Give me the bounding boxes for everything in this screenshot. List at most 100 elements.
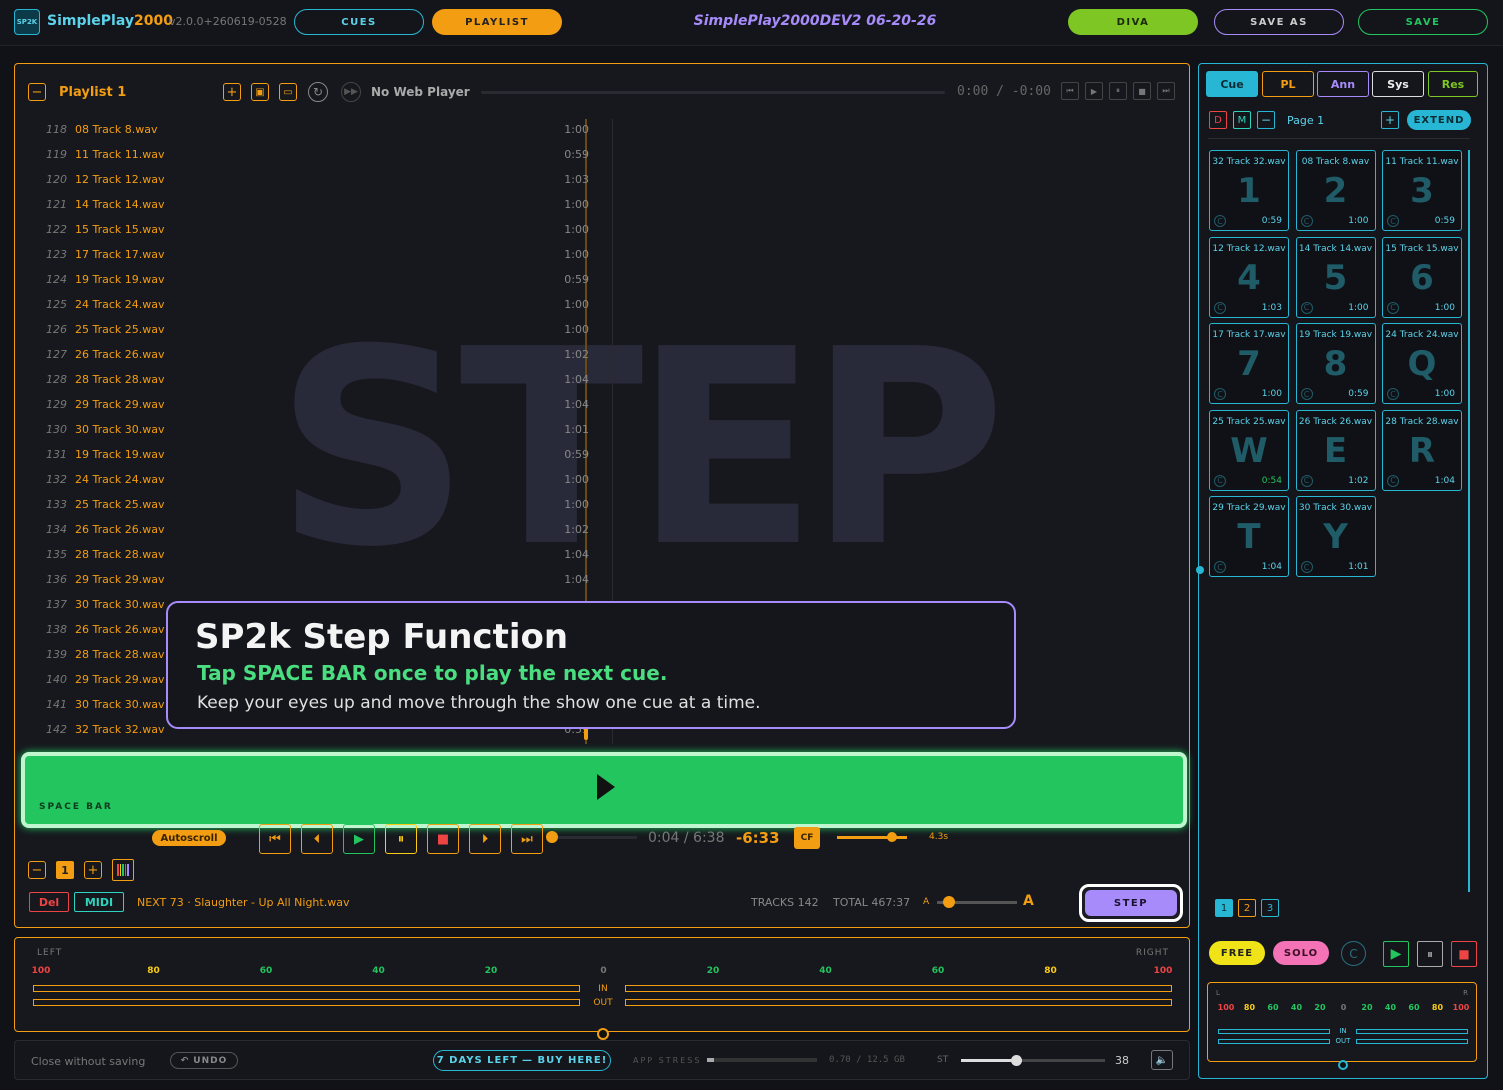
cue-clear-icon[interactable]: C bbox=[1214, 388, 1226, 400]
extend-button[interactable]: EXTEND bbox=[1407, 110, 1471, 130]
tab-ann[interactable]: Ann bbox=[1317, 71, 1369, 97]
space-bar-button[interactable]: SPACE BAR bbox=[21, 752, 1187, 828]
cue-clear-icon[interactable]: C bbox=[1300, 388, 1313, 400]
cue-clear-icon[interactable]: C bbox=[1214, 301, 1226, 314]
meter-resize-handle[interactable] bbox=[597, 1028, 609, 1040]
web-prev-icon[interactable]: ⏮ bbox=[1061, 82, 1079, 100]
tab-res[interactable]: Res bbox=[1428, 71, 1478, 97]
buy-license-button[interactable]: 7 DAYS LEFT — BUY HERE! bbox=[433, 1050, 611, 1071]
cue-button[interactable]: 19 Track 19.wav 8 C 0:59 bbox=[1295, 323, 1376, 404]
page-prev-button[interactable]: − bbox=[28, 861, 46, 879]
next-button[interactable]: ⏵ bbox=[469, 824, 501, 854]
add-cue-button[interactable]: + bbox=[1381, 111, 1399, 129]
cue-clear-icon[interactable]: C bbox=[1300, 561, 1313, 573]
cue-button[interactable]: 30 Track 30.wav Y C 1:01 bbox=[1295, 496, 1376, 577]
crossfade-knob[interactable] bbox=[887, 832, 898, 842]
page-minus-button[interactable]: − bbox=[1257, 111, 1275, 129]
mini-meter-resize-handle[interactable] bbox=[1338, 1060, 1348, 1070]
skip-last-button[interactable]: ⏭ bbox=[511, 824, 543, 854]
cue-clear-icon[interactable]: C bbox=[1387, 215, 1399, 227]
autoscroll-toggle[interactable]: Autoscroll bbox=[152, 830, 226, 846]
cue-button[interactable]: 14 Track 14.wav 5 C 1:00 bbox=[1295, 236, 1376, 318]
folder-icon[interactable]: ▭ bbox=[279, 83, 297, 101]
cue-button[interactable]: 17 Track 17.wav 7 C 1:00 bbox=[1209, 323, 1289, 404]
cue-clear-icon[interactable]: C bbox=[1214, 474, 1226, 487]
cue-clear-icon[interactable]: C bbox=[1300, 301, 1313, 314]
cue-clear-icon[interactable]: C bbox=[1300, 215, 1313, 227]
collapse-button[interactable]: − bbox=[28, 83, 46, 101]
midi-button[interactable]: MIDI bbox=[74, 892, 124, 912]
add-track-button[interactable]: + bbox=[223, 83, 241, 101]
st-slider[interactable] bbox=[961, 1055, 1105, 1066]
cue-button[interactable]: 28 Track 28.wav R C 1:04 bbox=[1382, 409, 1462, 491]
cue-button[interactable]: 25 Track 25.wav W C 0:54 bbox=[1209, 409, 1289, 491]
cue-page-2[interactable]: 2 bbox=[1238, 899, 1256, 917]
cue-button[interactable]: 26 Track 26.wav E C 1:02 bbox=[1295, 409, 1376, 491]
list-item[interactable]: 134 26 Track 26.wav 1:02 bbox=[39, 517, 589, 542]
previous-button[interactable]: ⏴ bbox=[301, 824, 333, 854]
tab-sys[interactable]: Sys bbox=[1372, 71, 1424, 97]
list-item[interactable]: 121 14 Track 14.wav 1:00 bbox=[39, 192, 589, 217]
font-size-slider[interactable] bbox=[937, 896, 1017, 908]
free-button[interactable]: FREE bbox=[1209, 941, 1265, 965]
cue-stop-button[interactable]: ■ bbox=[1451, 941, 1477, 967]
list-item[interactable]: 123 17 Track 17.wav 1:00 bbox=[39, 242, 589, 267]
clear-cue-button[interactable]: C bbox=[1341, 941, 1366, 966]
cue-button[interactable]: 29 Track 29.wav T C 1:04 bbox=[1209, 496, 1289, 577]
list-item[interactable]: 120 12 Track 12.wav 1:03 bbox=[39, 167, 589, 192]
st-knob[interactable] bbox=[1010, 1055, 1022, 1066]
d-button[interactable]: D bbox=[1209, 111, 1227, 129]
cue-page-3[interactable]: 3 bbox=[1261, 899, 1279, 917]
m-button[interactable]: M bbox=[1233, 111, 1251, 129]
tab-playlist[interactable]: PLAYLIST bbox=[432, 9, 562, 35]
playback-knob[interactable] bbox=[545, 831, 558, 843]
playback-progress[interactable] bbox=[545, 831, 637, 843]
list-item[interactable]: 129 29 Track 29.wav 1:04 bbox=[39, 392, 589, 417]
cue-clear-icon[interactable]: C bbox=[1214, 215, 1226, 227]
cue-clear-icon[interactable]: C bbox=[1387, 474, 1399, 487]
tab-pl[interactable]: PL bbox=[1262, 71, 1314, 97]
cue-scrollbar[interactable] bbox=[1468, 150, 1470, 892]
diva-button[interactable]: DIVA bbox=[1068, 9, 1198, 35]
skip-first-button[interactable]: ⏮ bbox=[259, 824, 291, 854]
crossfade-slider[interactable] bbox=[837, 832, 907, 842]
undo-button[interactable]: ↶ UNDO bbox=[170, 1052, 238, 1069]
list-item[interactable]: 132 24 Track 24.wav 1:00 bbox=[39, 467, 589, 492]
list-item[interactable]: 136 29 Track 29.wav 1:04 bbox=[39, 567, 589, 592]
solo-button[interactable]: SOLO bbox=[1273, 941, 1329, 965]
font-size-knob[interactable] bbox=[943, 896, 955, 908]
tab-cue[interactable]: Cue bbox=[1206, 71, 1258, 97]
tab-cues[interactable]: CUES bbox=[294, 9, 424, 35]
close-without-saving[interactable]: Close without saving bbox=[31, 1055, 145, 1068]
list-item[interactable]: 119 11 Track 11.wav 0:59 bbox=[39, 142, 589, 167]
list-item[interactable]: 131 19 Track 19.wav 0:59 bbox=[39, 442, 589, 467]
list-item[interactable]: 118 08 Track 8.wav 1:00 bbox=[39, 117, 589, 142]
web-player-progress[interactable] bbox=[481, 91, 945, 94]
save-playlist-icon[interactable]: ▣ bbox=[251, 83, 269, 101]
stop-button[interactable]: ■ bbox=[427, 824, 459, 854]
list-item[interactable]: 128 28 Track 28.wav 1:04 bbox=[39, 367, 589, 392]
cue-clear-icon[interactable]: C bbox=[1387, 388, 1399, 400]
cue-button[interactable]: 15 Track 15.wav 6 C 1:00 bbox=[1382, 236, 1462, 318]
list-item[interactable]: 133 25 Track 25.wav 1:00 bbox=[39, 492, 589, 517]
volume-icon[interactable]: 🔈 bbox=[1151, 1050, 1173, 1070]
web-pause-icon[interactable]: ⏸ bbox=[1109, 82, 1127, 100]
page-next-button[interactable]: + bbox=[84, 861, 102, 879]
cue-clear-icon[interactable]: C bbox=[1387, 301, 1399, 314]
cue-button[interactable]: 08 Track 8.wav 2 C 1:00 bbox=[1295, 150, 1376, 231]
cue-button[interactable]: 32 Track 32.wav 1 C 0:59 bbox=[1209, 150, 1289, 231]
save-as-button[interactable]: SAVE AS bbox=[1214, 9, 1344, 35]
cue-clear-icon[interactable]: C bbox=[1214, 561, 1226, 573]
refresh-icon[interactable]: ↻ bbox=[308, 82, 328, 102]
list-item[interactable]: 125 24 Track 24.wav 1:00 bbox=[39, 292, 589, 317]
cue-play-button[interactable]: ▶ bbox=[1383, 941, 1409, 967]
list-item[interactable]: 122 15 Track 15.wav 1:00 bbox=[39, 217, 589, 242]
list-item[interactable]: 130 30 Track 30.wav 1:01 bbox=[39, 417, 589, 442]
list-item[interactable]: 126 25 Track 25.wav 1:00 bbox=[39, 317, 589, 342]
step-button[interactable]: STEP bbox=[1079, 884, 1183, 922]
cue-button[interactable]: 12 Track 12.wav 4 C 1:03 bbox=[1209, 236, 1289, 318]
cue-button[interactable]: 24 Track 24.wav Q C 1:00 bbox=[1382, 323, 1462, 404]
crossfade-toggle[interactable]: CF bbox=[794, 827, 820, 849]
color-palette-icon[interactable] bbox=[112, 859, 134, 881]
web-next-icon[interactable]: ⏭ bbox=[1157, 82, 1175, 100]
